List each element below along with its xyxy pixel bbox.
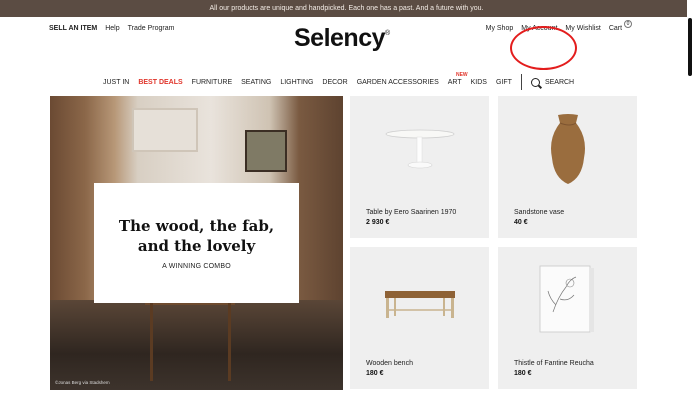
nav-item-just-in[interactable]: JUST IN — [103, 79, 129, 86]
help-link[interactable]: Help — [105, 25, 119, 32]
nav-item-kids[interactable]: KIDS — [471, 79, 487, 86]
hero-text-box: The wood, the fab, and the lovely A WINN… — [94, 183, 299, 303]
announcement-banner: All our products are unique and handpick… — [0, 0, 693, 17]
new-badge: NEW — [455, 71, 468, 78]
banner-text: All our products are unique and handpick… — [209, 5, 484, 12]
product-title[interactable]: Wooden bench — [366, 360, 413, 367]
nav-divider — [520, 74, 522, 90]
hero-title-line: The wood, the fab, — [118, 217, 275, 235]
product-card[interactable]: Table by Eero Saarinen 1970 2 930 € — [350, 96, 489, 238]
nav-item-decor[interactable]: DECOR — [322, 79, 347, 86]
product-card[interactable]: Sandstone vase 40 € — [498, 96, 637, 238]
product-price: 40 € — [514, 219, 528, 226]
search-label: SEARCH — [544, 78, 575, 86]
search-icon — [530, 77, 540, 87]
annotation-circle — [510, 26, 577, 70]
hero-chair-leg — [150, 301, 153, 381]
hero-picture-frame — [245, 130, 287, 172]
product-card[interactable]: Wooden bench 180 € — [350, 247, 489, 389]
product-title[interactable]: Thistle of Fantine Reucha — [514, 360, 594, 367]
product-price: 2 930 € — [366, 219, 390, 226]
my-shop-link[interactable]: My Shop — [486, 25, 514, 33]
logo-text: Selency — [294, 24, 386, 52]
round-table-image — [385, 129, 455, 169]
scrollbar-thumb[interactable] — [688, 18, 692, 76]
trade-program-link[interactable]: Trade Program — [128, 25, 175, 32]
site-header: SELL AN ITEM Help Trade Program Selency®… — [0, 17, 687, 70]
product-title[interactable]: Sandstone vase — [514, 209, 564, 216]
cart-label: Cart — [608, 25, 623, 32]
hero-chair-leg — [228, 301, 231, 381]
sell-an-item-link[interactable]: SELL AN ITEM — [49, 25, 97, 32]
photo-credit: ©Jonas Berg via Stadshem — [55, 380, 110, 385]
hero-chair — [145, 301, 235, 375]
product-card[interactable]: Thistle of Fantine Reucha 180 € — [498, 247, 637, 389]
product-price: 180 € — [514, 370, 532, 377]
bench-image — [385, 291, 455, 318]
my-wishlist-link[interactable]: My Wishlist — [565, 25, 600, 33]
hero-picture-frame — [132, 108, 198, 152]
hero-title: The wood, the fab, and the lovely — [94, 216, 299, 256]
nav-item-garden-accessories[interactable]: GARDEN ACCESSORIES — [357, 79, 439, 86]
nav-item-lighting[interactable]: LIGHTING — [280, 79, 313, 86]
framed-drawing-image — [539, 265, 594, 333]
nav-search[interactable]: SEARCH — [530, 77, 575, 87]
product-price: 180 € — [366, 370, 384, 377]
header-left-links: SELL AN ITEM Help Trade Program — [49, 25, 174, 32]
nav-item-best-deals[interactable]: BEST DEALS — [138, 79, 182, 86]
hero-banner[interactable]: The wood, the fab, and the lovely A WINN… — [50, 96, 343, 390]
vase-image — [551, 114, 585, 184]
cart-count-badge: 0 — [624, 20, 632, 28]
nav-item-art[interactable]: ART NEW — [447, 72, 468, 86]
nav-item-seating[interactable]: SEATING — [241, 79, 271, 86]
nav-item-furniture[interactable]: FURNITURE — [192, 79, 232, 86]
cart-link[interactable]: Cart 0 — [608, 20, 632, 33]
nav-item-gift[interactable]: GIFT — [496, 79, 512, 86]
site-logo[interactable]: Selency® — [294, 24, 390, 53]
logo-registered-mark: ® — [385, 30, 390, 37]
product-title[interactable]: Table by Eero Saarinen 1970 — [366, 209, 456, 216]
main-nav: JUST IN BEST DEALS FURNITURE SEATING LIG… — [103, 72, 575, 90]
nav-item-art-label: ART — [447, 78, 462, 86]
hero-title-line: and the lovely — [137, 237, 256, 255]
scrollbar[interactable] — [687, 0, 693, 401]
hero-subtitle: A WINNING COMBO — [162, 263, 231, 270]
